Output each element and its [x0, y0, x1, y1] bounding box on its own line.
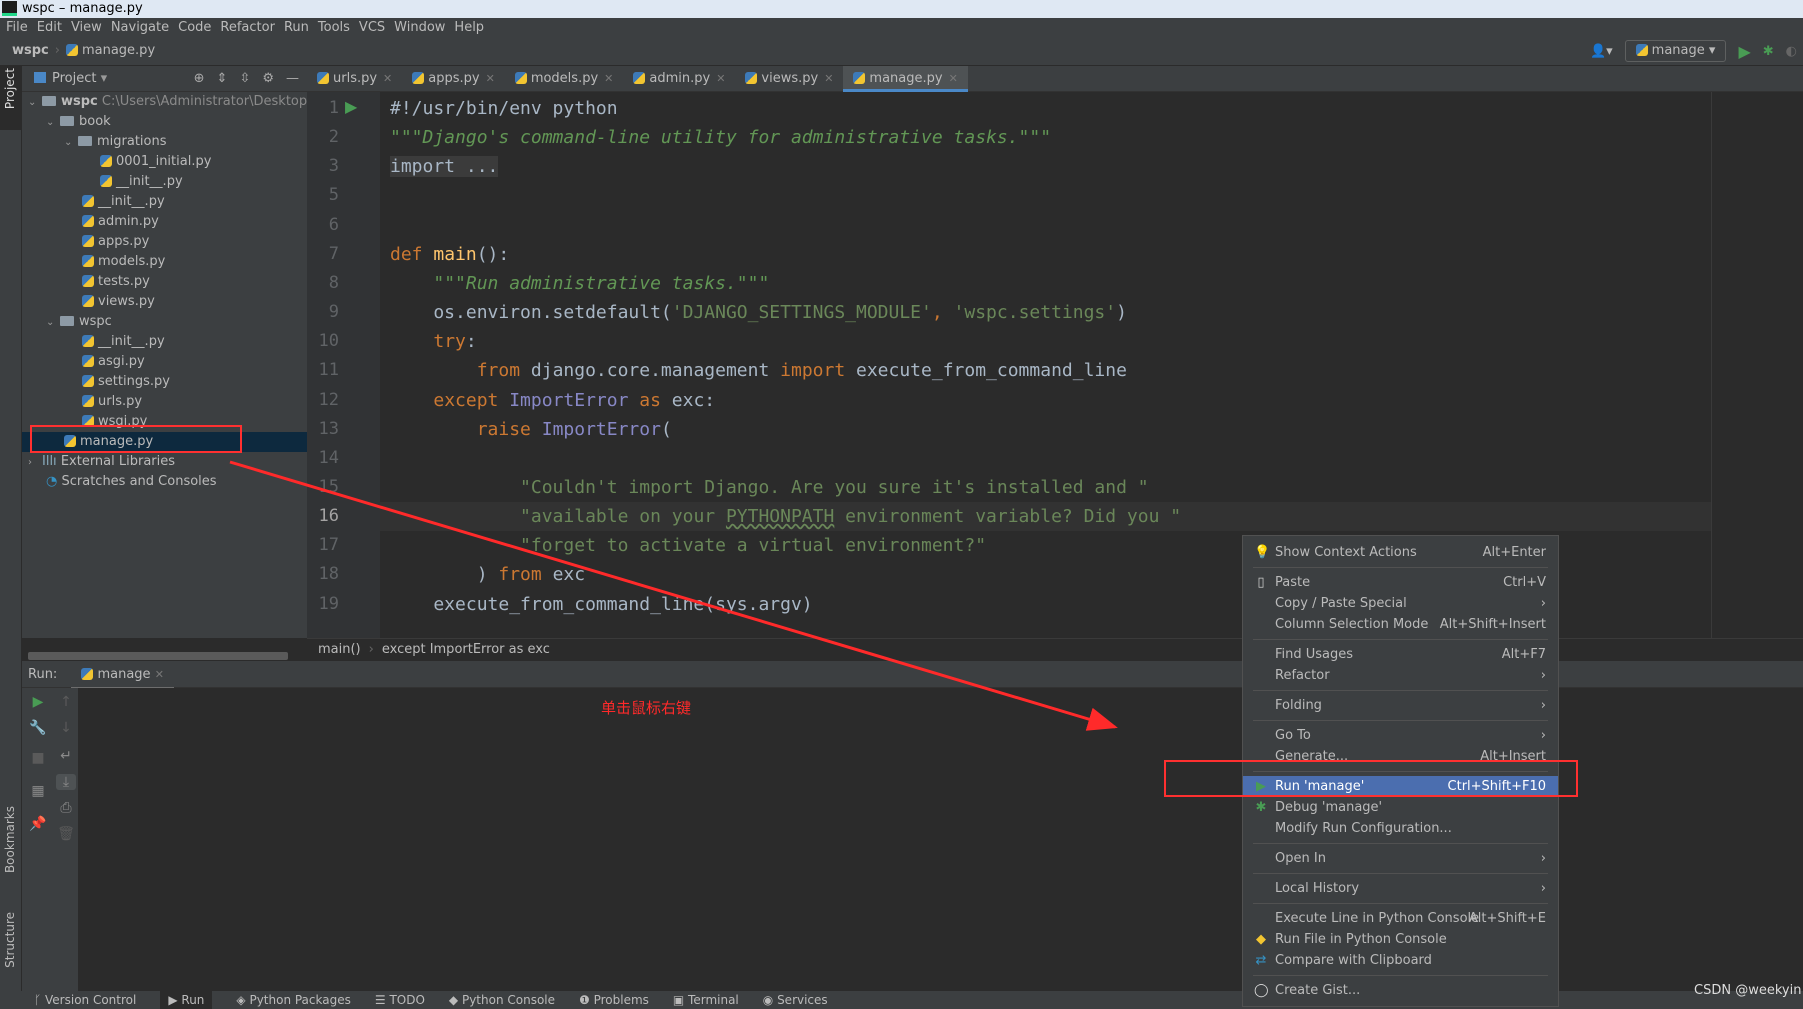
annotation-arrow: [229, 460, 1118, 731]
watermark: CSDN @weekyin: [1694, 983, 1802, 998]
arrow-line: [229, 460, 1118, 731]
